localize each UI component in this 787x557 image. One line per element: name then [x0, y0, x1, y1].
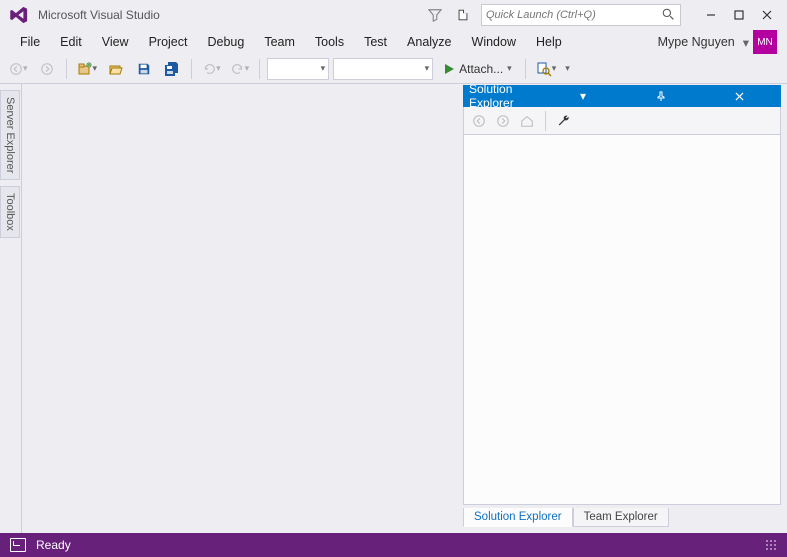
menu-analyze[interactable]: Analyze [397, 33, 461, 51]
standard-toolbar: ▾ ▾ ▾ ▾ ▾ ▾ Attac [0, 54, 787, 84]
status-mode-icon [10, 538, 26, 552]
status-text: Ready [36, 538, 71, 552]
chevron-down-icon: ▾ [552, 63, 557, 74]
chevron-down-icon: ▾ [245, 63, 250, 74]
attach-label: Attach... [459, 62, 503, 76]
nav-forward-button[interactable] [35, 57, 59, 81]
solution-explorer-toolbar [463, 107, 781, 135]
title-bar: Microsoft Visual Studio [0, 0, 787, 30]
close-icon[interactable] [703, 89, 775, 103]
server-explorer-tab[interactable]: Server Explorer [0, 90, 20, 180]
close-button[interactable] [753, 4, 781, 26]
chevron-down-icon: ▾ [93, 63, 98, 74]
new-project-button[interactable]: ▾ [74, 57, 101, 81]
menu-bar: File Edit View Project Debug Team Tools … [0, 30, 787, 54]
quick-launch-box[interactable] [481, 4, 681, 26]
nav-back-button[interactable]: ▾ [6, 57, 31, 81]
user-menu-caret-icon[interactable]: ▾ [739, 35, 753, 50]
search-icon [662, 8, 676, 22]
status-bar: Ready [0, 533, 787, 557]
wrench-icon[interactable] [555, 112, 573, 130]
solution-platform-combo[interactable]: ▾ [333, 58, 433, 80]
user-avatar[interactable]: MN [753, 30, 777, 54]
save-all-button[interactable] [160, 57, 184, 81]
maximize-button[interactable] [725, 4, 753, 26]
app-title: Microsoft Visual Studio [38, 8, 160, 22]
chevron-down-icon: ▾ [425, 63, 430, 74]
chevron-down-icon: ▾ [216, 63, 221, 74]
notifications-icon[interactable] [453, 5, 473, 25]
solution-explorer-panel: Solution Explorer ▾ Solution Explorer Te… [463, 85, 781, 527]
toolbar-overflow-icon[interactable]: ▾ [565, 63, 570, 74]
panel-title-text: Solution Explorer [469, 82, 541, 110]
undo-button[interactable]: ▾ [199, 57, 224, 81]
attach-debugger-button[interactable]: Attach... ▾ [437, 57, 518, 81]
solution-explorer-tree[interactable] [463, 135, 781, 505]
open-file-button[interactable] [104, 57, 128, 81]
resize-grip-icon[interactable] [765, 539, 777, 551]
tab-team-explorer[interactable]: Team Explorer [573, 508, 669, 527]
save-button[interactable] [132, 57, 156, 81]
home-icon[interactable] [518, 112, 536, 130]
menu-file[interactable]: File [10, 33, 50, 51]
menu-test[interactable]: Test [354, 33, 397, 51]
play-icon [443, 63, 455, 75]
toolbox-tab[interactable]: Toolbox [0, 186, 20, 238]
menu-help[interactable]: Help [526, 33, 572, 51]
menu-edit[interactable]: Edit [50, 33, 92, 51]
quick-launch-input[interactable] [486, 9, 662, 21]
menu-project[interactable]: Project [139, 33, 198, 51]
menu-debug[interactable]: Debug [197, 33, 254, 51]
left-dock: Server Explorer Toolbox [0, 84, 22, 533]
menu-view[interactable]: View [92, 33, 139, 51]
panel-menu-caret-icon[interactable]: ▾ [547, 89, 619, 103]
vs-logo-icon [8, 4, 30, 26]
menu-tools[interactable]: Tools [305, 33, 354, 51]
back-icon[interactable] [470, 112, 488, 130]
tab-solution-explorer[interactable]: Solution Explorer [463, 508, 573, 527]
minimize-button[interactable] [697, 4, 725, 26]
chevron-down-icon: ▾ [507, 63, 512, 74]
panel-tab-strip: Solution Explorer Team Explorer [463, 505, 781, 527]
document-well: Solution Explorer ▾ Solution Explorer Te… [22, 84, 787, 533]
find-in-files-button[interactable]: ▾ [533, 57, 560, 81]
user-name[interactable]: Mype Nguyen [654, 35, 739, 49]
forward-icon[interactable] [494, 112, 512, 130]
solution-explorer-titlebar[interactable]: Solution Explorer ▾ [463, 85, 781, 107]
menu-window[interactable]: Window [462, 33, 526, 51]
redo-button[interactable]: ▾ [228, 57, 253, 81]
solution-config-combo[interactable]: ▾ [267, 58, 329, 80]
pin-icon[interactable] [625, 89, 697, 103]
menu-team[interactable]: Team [254, 33, 305, 51]
chevron-down-icon: ▾ [23, 63, 28, 74]
filter-icon[interactable] [425, 5, 445, 25]
chevron-down-icon: ▾ [321, 63, 326, 74]
